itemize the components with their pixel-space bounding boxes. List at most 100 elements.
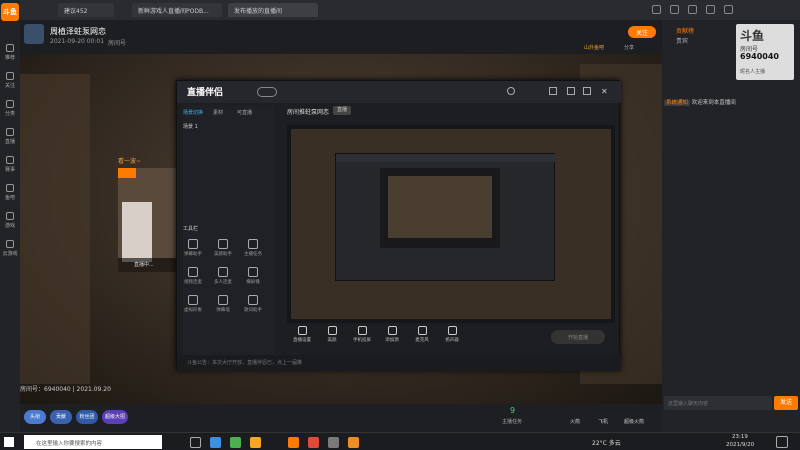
weather[interactable]: 22°C 多云 xyxy=(592,438,621,447)
tab-scene[interactable]: 场景切换 xyxy=(183,109,203,116)
windows-start-icon[interactable] xyxy=(4,437,14,447)
user-icon[interactable] xyxy=(507,87,515,95)
sidebar-item-follow[interactable]: 关注 xyxy=(0,66,20,94)
sidebar-item-fishbar[interactable]: 鱼吧 xyxy=(0,178,20,206)
minimize-icon[interactable] xyxy=(652,5,661,14)
home-icon xyxy=(6,43,14,52)
folder-icon[interactable] xyxy=(250,437,261,448)
beauty-icon xyxy=(218,239,228,249)
start-live-button[interactable]: 开始直播 xyxy=(551,330,605,344)
badge-4[interactable]: 超级大招 xyxy=(102,410,128,424)
gift-plane[interactable]: 飞机 xyxy=(598,418,608,425)
video-link-tool[interactable]: 视频连麦 xyxy=(183,267,203,291)
gift-super-rocket[interactable]: 超级火箭 xyxy=(624,418,644,425)
sidebar-item-game[interactable]: 游戏 xyxy=(0,206,20,234)
companion-left-panel: 场景切换 素材 可直播 场景 1 工具栏 弹幕助手 美颜助手 主播任务 视频连麦… xyxy=(183,105,275,367)
clock-date[interactable]: 2021/9/20 xyxy=(726,442,754,448)
maximize-icon[interactable] xyxy=(583,87,591,95)
chat-input[interactable]: 这里输入聊天内容 xyxy=(664,396,772,410)
badge-3[interactable]: 粉丝团 xyxy=(76,410,98,424)
skin-icon[interactable] xyxy=(670,5,679,14)
phone-cast-tool[interactable]: 手机投屏 xyxy=(347,326,377,343)
heart-icon xyxy=(6,71,14,80)
badge-2[interactable]: 贡献 xyxy=(50,410,72,424)
camera-icon xyxy=(327,326,337,335)
companion-app-icon[interactable] xyxy=(348,437,359,448)
sidebar-item-cloudgame[interactable]: 云游戏 xyxy=(0,234,20,262)
douyu-app-icon[interactable] xyxy=(288,437,299,448)
scene-live-button[interactable]: 直播 xyxy=(333,106,351,115)
close-icon[interactable]: ✕ xyxy=(601,87,608,96)
system-tag: 系统通知 xyxy=(664,100,691,106)
browser-icon[interactable] xyxy=(210,437,221,448)
room-header: 周植泽蛀泵网恋 2021-09-20 00:01 房间号 山外鱼吧 分享 关注 xyxy=(20,20,662,54)
task-icon xyxy=(248,239,258,249)
mini-video-player[interactable]: 直播中... xyxy=(118,168,180,272)
beauty-helper-tool[interactable]: 美颜助手 xyxy=(213,239,233,263)
douyu-logo[interactable]: 斗鱼 xyxy=(1,3,19,21)
menu-icon[interactable] xyxy=(724,5,733,14)
avatar-tool[interactable]: 虚拟形象 xyxy=(183,295,203,319)
speaker-tool[interactable]: 扬声器 xyxy=(437,326,467,343)
taskbar-search[interactable]: 在这里输入你要搜索的内容 xyxy=(24,435,162,449)
share-link[interactable]: 分享 xyxy=(624,44,634,51)
multi-link-tool[interactable]: 多人连麦 xyxy=(213,267,233,291)
anchor-avatar[interactable] xyxy=(24,24,44,44)
message-icon[interactable] xyxy=(688,5,697,14)
app-green-icon[interactable] xyxy=(230,437,241,448)
task-count: 9 xyxy=(510,406,516,415)
mini-name: 直播中... xyxy=(118,258,180,272)
sidebar-item-recommend[interactable]: 推荐 xyxy=(0,38,20,66)
sidebar-item-match[interactable]: 赛事 xyxy=(0,150,20,178)
room-card: 斗鱼 房间号 6940040 昵名人主播 xyxy=(736,24,794,80)
app-red-icon[interactable] xyxy=(308,437,319,448)
danmu-wall-tool[interactable]: 弹幕墙 xyxy=(213,295,233,319)
tab-live[interactable]: 可直播 xyxy=(237,109,252,116)
beauty-tool[interactable]: 美颜 xyxy=(317,326,347,343)
fishbar-link[interactable]: 山外鱼吧 xyxy=(584,44,604,51)
plus-icon xyxy=(387,326,397,335)
cloud-icon xyxy=(6,239,14,248)
tab-1[interactable]: 建议452 xyxy=(58,3,114,17)
tab-vip[interactable]: 贵宾 xyxy=(676,36,688,45)
gift-bar: 头衔 贡献 粉丝团 超级大招 9 主播任务 火箭 飞机 超级火箭 xyxy=(20,404,662,432)
send-button[interactable]: 发送 xyxy=(774,396,798,410)
version-badge[interactable] xyxy=(257,87,277,97)
badge-1[interactable]: 头衔 xyxy=(24,410,46,424)
follow-button[interactable]: 关注 xyxy=(628,26,656,38)
tool-grid: 弹幕助手 美颜助手 主播任务 视频连麦 多人连麦 横屏播 虚拟形象 弹幕墙 歌词… xyxy=(183,239,275,319)
live-settings-tool[interactable]: 直播设置 xyxy=(287,326,317,343)
tab-contribution[interactable]: 贡献榜 xyxy=(676,26,694,35)
nested-companion-window xyxy=(335,153,556,281)
danmu-helper-tool[interactable]: 弹幕助手 xyxy=(183,239,203,263)
chat-icon xyxy=(6,183,14,192)
tab-3[interactable]: 发布播放的直播间 xyxy=(228,3,318,17)
scene-item[interactable]: 场景 1 xyxy=(183,123,198,130)
preview-canvas[interactable] xyxy=(287,125,615,323)
lyrics-tool[interactable]: 歌词助手 xyxy=(243,295,263,319)
clock-time[interactable]: 23:19 xyxy=(732,434,748,440)
tab-2[interactable]: 新鲜游戏人直播间PODB... xyxy=(132,3,222,17)
companion-titlebar: 直播伴侣 ✕ xyxy=(177,81,621,103)
settings-icon[interactable] xyxy=(549,87,557,95)
anchor-task-tool[interactable]: 主播任务 xyxy=(243,239,263,263)
microphone-tool[interactable]: 麦克风 xyxy=(407,326,437,343)
download-icon[interactable] xyxy=(706,5,715,14)
sidebar-item-live[interactable]: 直播 xyxy=(0,122,20,150)
right-chat-panel: 贡献榜 贵宾 斗鱼 房间号 6940040 昵名人主播 系统通知 欢迎来到本直播… xyxy=(662,20,800,432)
companion-tool-row: 直播设置 美颜 手机投屏 添加源 麦克风 扬声器 开始直播 xyxy=(287,324,615,352)
notification-icon[interactable] xyxy=(776,436,788,448)
sidebar-item-category[interactable]: 分类 xyxy=(0,94,20,122)
landscape-tool[interactable]: 横屏播 xyxy=(243,267,263,291)
grid-icon xyxy=(6,99,14,108)
add-source-tool[interactable]: 添加源 xyxy=(377,326,407,343)
danmu-icon xyxy=(188,239,198,249)
tab-material[interactable]: 素材 xyxy=(213,109,223,116)
minimize-icon[interactable] xyxy=(567,87,575,95)
app-gray-icon[interactable] xyxy=(328,437,339,448)
task-view-icon[interactable] xyxy=(190,437,201,448)
task-label[interactable]: 主播任务 xyxy=(502,418,522,425)
douyu-logo-mark: 斗鱼 xyxy=(740,29,765,43)
rotate-icon xyxy=(248,267,258,277)
gift-rocket[interactable]: 火箭 xyxy=(570,418,580,425)
